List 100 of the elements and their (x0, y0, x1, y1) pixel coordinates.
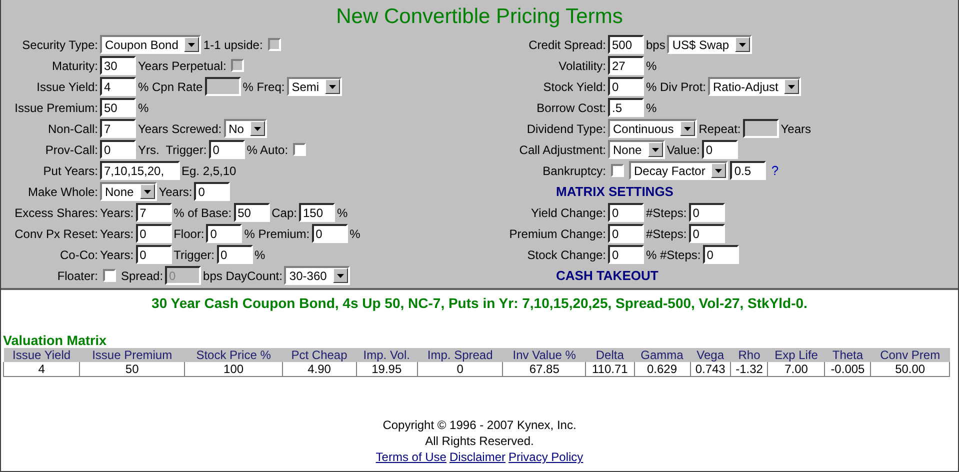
input-field[interactable]: 0 (100, 140, 136, 159)
dropdown[interactable]: Continuous (608, 119, 697, 138)
footer-link[interactable]: Privacy Policy (508, 449, 584, 465)
input-field[interactable]: 0 (216, 245, 252, 264)
caret-icon (652, 148, 659, 152)
dropdown[interactable]: No (224, 119, 267, 138)
input-field[interactable]: 7,10,15,20, (100, 161, 180, 180)
input-field[interactable]: 0 (608, 245, 644, 264)
field-label: Spread: (121, 268, 164, 282)
checkbox[interactable] (611, 164, 624, 177)
field-label: % Cpn Rate (138, 80, 203, 94)
input-field[interactable]: 0 (688, 224, 725, 243)
column-header: Exp Life (768, 348, 825, 362)
input-field[interactable]: 0 (608, 77, 644, 96)
dropdown[interactable]: None (608, 140, 665, 159)
table-cell: 0.629 (634, 362, 690, 376)
column-header: Stock Price % (184, 348, 283, 362)
field-label: bps (646, 38, 666, 52)
input-field[interactable]: 50 (234, 203, 270, 222)
input-field[interactable]: 4 (100, 77, 136, 96)
field-label: bps DayCount: (203, 268, 282, 282)
field-label: Volatility: (558, 58, 606, 72)
input-field[interactable]: 0 (702, 140, 738, 159)
input-field[interactable]: 0 (608, 203, 644, 222)
field-label: 1-1 upside: (203, 38, 263, 52)
field-label: Dividend Type: (526, 122, 606, 136)
caret-icon (336, 274, 344, 278)
table-cell: 110.71 (586, 362, 634, 376)
checkbox[interactable] (293, 143, 306, 156)
field-label: % (138, 100, 149, 114)
caret-icon (254, 126, 261, 130)
copyright-text: Copyright © 1996 - 2007 Kynex, Inc. (382, 417, 578, 433)
field-label: Cap: (272, 206, 297, 220)
table-cell: 100 (184, 362, 283, 376)
table-cell: 50 (80, 362, 185, 376)
dropdown[interactable]: 30-360 (284, 266, 350, 285)
input-field[interactable]: 0 (208, 140, 245, 159)
field-label: Years: (100, 248, 134, 262)
input-field[interactable]: 7 (136, 203, 172, 222)
field-label: Bankruptcy: (542, 164, 606, 178)
input-field[interactable]: .5 (608, 98, 644, 117)
column-header: Vega (690, 348, 731, 362)
help-link[interactable]: ? (771, 163, 779, 178)
column-header: Imp. Spread (417, 348, 503, 362)
field-label: Stock Change: (526, 248, 606, 262)
field-label: Trigger: (174, 248, 214, 262)
table-cell: 50.00 (870, 362, 950, 376)
section-heading: CASH TAKEOUT (556, 268, 658, 283)
section-heading: MATRIX SETTINGS (556, 184, 674, 199)
checkbox[interactable] (103, 269, 116, 282)
field-label: Years (780, 122, 811, 136)
input-field[interactable]: 150 (298, 203, 335, 222)
caret-icon (329, 84, 336, 88)
table-cell: 0.743 (690, 362, 731, 376)
input-field[interactable]: 0 (206, 224, 242, 243)
field-label: Call Adjustment: (518, 142, 606, 156)
dropdown[interactable]: Coupon Bond (100, 35, 202, 54)
input-field[interactable]: 500 (608, 35, 644, 54)
input-field[interactable]: 0 (608, 224, 644, 243)
input-field[interactable]: 0 (194, 182, 230, 201)
dropdown[interactable]: Ratio-Adjust (708, 77, 802, 96)
field-label: Stock Yield: (542, 80, 606, 94)
field-label: Issue Yield: (36, 80, 98, 94)
summary-text: 30 Year Cash Coupon Bond, 4s Up 50, NC-7, Puts in Yr: 7,10,15,20,25, Spread-500, Vol-27, StkYld-0. (150, 295, 808, 311)
dropdown[interactable]: None (100, 182, 157, 201)
table-cell: 0 (417, 362, 503, 376)
field-label: Floater: (56, 268, 98, 282)
field-label: Eg. 2,5,10 (182, 164, 236, 178)
field-label: % #Steps: (646, 248, 701, 262)
input-field[interactable]: 0 (136, 224, 172, 243)
footer-link[interactable]: Disclaimer (449, 449, 506, 465)
column-header: Issue Yield (4, 348, 80, 362)
table-cell: -1.32 (730, 362, 768, 376)
field-label: Yrs. Trigger: (138, 142, 207, 156)
dropdown[interactable]: Semi (286, 77, 342, 96)
field-label: Yield Change: (530, 206, 606, 220)
table-cell: 4.90 (282, 362, 356, 376)
input-field[interactable]: 30 (100, 56, 136, 75)
field-label: % (646, 100, 657, 114)
input-field[interactable]: 50 (100, 98, 136, 117)
footer-link[interactable]: Terms of Use (376, 449, 446, 465)
input-field[interactable]: 0.5 (730, 161, 766, 180)
input-field[interactable]: 0 (688, 203, 725, 222)
field-label: Non-Call: (46, 122, 98, 136)
caret-icon (788, 84, 796, 88)
dropdown[interactable]: US$ Swap (667, 35, 752, 54)
input-field[interactable]: 7 (100, 119, 136, 138)
column-header: Pct Cheap (282, 348, 356, 362)
column-header: Gamma (634, 348, 690, 362)
input-field[interactable]: 0 (136, 245, 172, 264)
field-label: Prov-Call: (44, 142, 98, 156)
field-label: Put Years: (42, 164, 98, 178)
table-cell: 67.85 (502, 362, 586, 376)
field-label: Premium Change: (508, 226, 606, 240)
input-field[interactable]: 27 (608, 56, 644, 75)
input-field[interactable]: 0 (312, 224, 348, 243)
field-label: #Steps: (646, 206, 687, 220)
dropdown[interactable]: Decay Factor (629, 161, 728, 180)
input-field[interactable]: 0 (702, 245, 739, 264)
field-label: Co-Co: (58, 248, 98, 262)
